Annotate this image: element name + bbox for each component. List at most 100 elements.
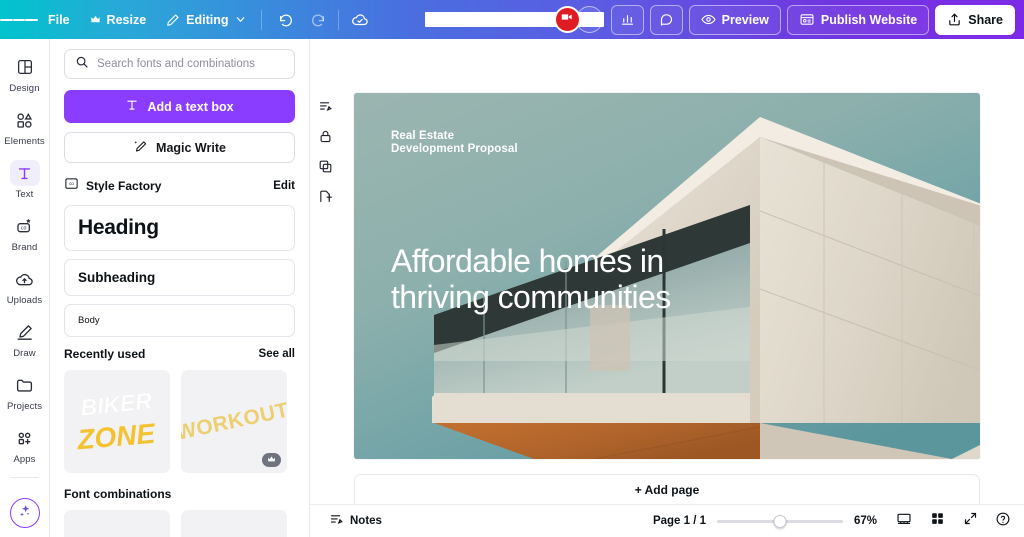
fullscreen-button[interactable]	[959, 510, 981, 532]
font-combinations-grid: FINE WINE	[64, 510, 295, 537]
preview-button[interactable]: Preview	[688, 4, 781, 35]
editing-mode-button[interactable]: Editing	[156, 6, 255, 34]
grid-view-button[interactable]	[926, 510, 948, 532]
style-factory-header: co Style Factory Edit	[64, 176, 295, 196]
svg-text:ZONE: ZONE	[75, 418, 158, 456]
list-item[interactable]: FINE WINE	[64, 510, 170, 537]
add-page-button[interactable]: + Add page	[354, 474, 980, 504]
redo-button[interactable]	[303, 6, 333, 34]
add-page-icon[interactable]	[316, 187, 334, 205]
page-eyebrow-line-1: Real Estate	[391, 130, 455, 142]
presentation-view-button[interactable]	[893, 510, 915, 532]
zoom-level-value[interactable]: 67%	[854, 515, 882, 527]
top-toolbar-left: File Resize Editing	[0, 0, 376, 39]
search-icon	[75, 55, 89, 74]
top-toolbar: File Resize Editing Preview Publish Webs…	[0, 0, 1024, 39]
crown-icon	[266, 451, 277, 469]
text-style-label: Subheading	[78, 270, 156, 285]
notes-edit-icon[interactable]	[316, 97, 334, 115]
undo-button[interactable]	[271, 6, 301, 34]
duplicate-icon[interactable]	[316, 157, 334, 175]
svg-text:BIKER: BIKER	[79, 387, 153, 420]
sidebar-item-label: Projects	[6, 401, 43, 412]
add-text-box-button[interactable]: Add a text box	[64, 90, 295, 123]
file-menu-button[interactable]: File	[38, 6, 80, 34]
list-item[interactable]	[181, 510, 287, 537]
notes-button[interactable]: Notes	[324, 509, 387, 533]
chevron-down-icon	[235, 14, 246, 25]
biker-zone-thumbnail: BIKER ZONE	[75, 387, 158, 456]
comment-bubble-icon	[659, 12, 674, 27]
canvas-scroll-area: Real Estate Development Proposal Afforda…	[310, 39, 1024, 466]
video-camera-icon	[560, 10, 574, 29]
page-eyebrow-text: Real Estate Development Proposal	[391, 130, 518, 157]
text-t-icon	[9, 160, 40, 186]
cloud-save-button[interactable]	[344, 6, 376, 34]
list-item[interactable]: BIKER ZONE	[64, 370, 170, 473]
text-style-subheading[interactable]: Subheading	[64, 259, 295, 296]
history-controls	[271, 6, 333, 34]
list-item[interactable]: WORKOUT	[181, 370, 287, 473]
avatar[interactable]	[553, 6, 581, 33]
recently-used-see-all-link[interactable]: See all	[259, 348, 295, 360]
design-page-1[interactable]: Real Estate Development Proposal Afforda…	[354, 93, 980, 459]
recently-used-title: Recently used	[64, 347, 146, 361]
lock-icon[interactable]	[316, 127, 334, 145]
hamburger-menu-icon[interactable]	[0, 0, 39, 39]
apps-grid-plus-icon	[10, 425, 40, 451]
publish-website-button[interactable]: Publish Website	[786, 4, 930, 35]
zoom-slider-handle[interactable]	[773, 514, 787, 528]
sidebar-item-label: Uploads	[6, 295, 43, 306]
insights-button[interactable]	[610, 4, 644, 35]
magic-studio-button[interactable]	[9, 498, 40, 528]
bar-chart-icon	[620, 12, 635, 27]
page-headline-line-2: thriving communities	[391, 279, 671, 316]
sidebar-item-label: Text	[15, 189, 34, 200]
help-button[interactable]	[992, 510, 1014, 532]
sidebar-item-label: Draw	[13, 348, 36, 359]
sidebar-item-apps[interactable]: Apps	[2, 420, 48, 468]
notes-edit-icon	[329, 512, 344, 530]
style-factory-edit-link[interactable]: Edit	[273, 180, 295, 192]
redo-icon	[310, 12, 326, 28]
resize-button[interactable]: Resize	[80, 6, 157, 34]
sidebar-item-uploads[interactable]: Uploads	[2, 261, 48, 309]
sidebar-item-label: Design	[9, 83, 40, 94]
brand-crown-icon: co	[10, 213, 40, 239]
sidebar-item-label: Apps	[13, 454, 36, 465]
magic-write-button[interactable]: Magic Write	[64, 132, 295, 163]
share-button[interactable]: Share	[935, 4, 1015, 35]
editor-canvas-region: Real Estate Development Proposal Afforda…	[310, 39, 1024, 537]
sidebar-item-text[interactable]: Text	[2, 155, 48, 203]
publish-website-label: Publish Website	[820, 12, 918, 27]
page-eyebrow-line-2: Development Proposal	[391, 143, 518, 156]
presentation-view-icon	[896, 511, 912, 532]
search-input[interactable]	[97, 58, 284, 70]
page-headline-text: Affordable homes in thriving communities	[391, 243, 950, 315]
page-counter[interactable]: Page 1 / 1	[653, 515, 706, 527]
text-panel: Add a text box Magic Write co	[50, 39, 310, 537]
svg-text:co: co	[69, 181, 74, 186]
design-layout-icon	[10, 54, 40, 80]
expand-fullscreen-icon	[963, 511, 978, 531]
toolbar-divider-2	[337, 9, 339, 30]
sidebar-item-elements[interactable]: Elements	[2, 102, 48, 150]
sidebar-item-draw[interactable]: Draw	[2, 314, 48, 362]
sidebar-item-design[interactable]: Design	[2, 49, 48, 97]
file-menu-label: File	[48, 12, 70, 27]
text-t-icon	[125, 98, 139, 115]
pen-draw-icon	[10, 319, 40, 345]
search-fonts-field[interactable]	[64, 49, 295, 79]
sidebar-item-brand[interactable]: co Brand	[2, 208, 48, 256]
recently-used-next-button[interactable]	[284, 413, 287, 431]
sidebar-item-projects[interactable]: Projects	[2, 367, 48, 415]
cloud-check-icon	[351, 11, 369, 29]
crown-icon	[90, 14, 101, 25]
text-style-heading[interactable]: Heading	[64, 205, 295, 251]
text-style-body[interactable]: Body	[64, 304, 295, 337]
add-text-box-label: Add a text box	[147, 99, 234, 114]
zoom-slider[interactable]	[717, 514, 843, 528]
comments-button[interactable]	[649, 4, 683, 35]
add-page-area: + Add page	[310, 466, 1024, 504]
editor-body: Design Elements Text co Brand Uploads Dr…	[0, 39, 1024, 537]
